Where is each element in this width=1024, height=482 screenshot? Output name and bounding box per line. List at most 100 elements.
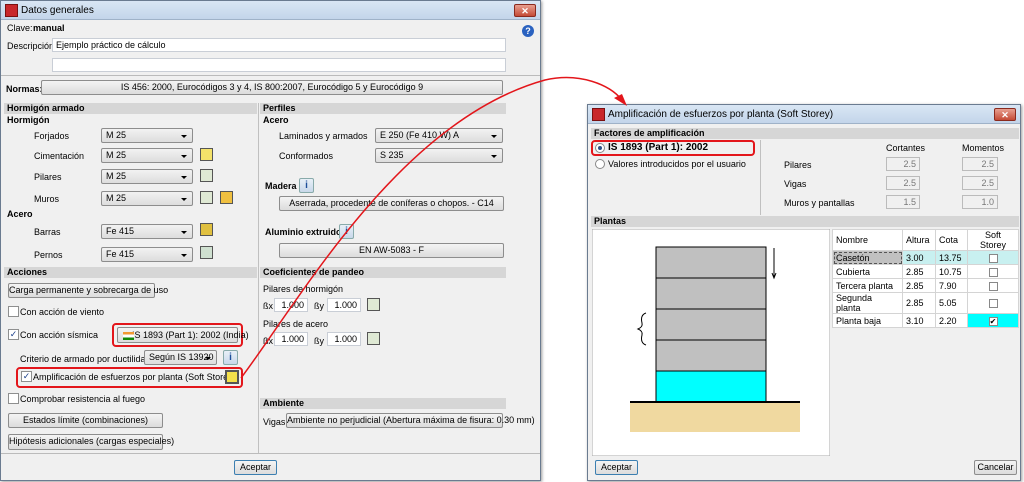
muros-brick-icon[interactable] [220, 191, 233, 204]
madera-button[interactable]: Aserrada, procedente de coníferas o chop… [279, 196, 504, 211]
cell-nombre[interactable]: Cubierta [832, 264, 903, 279]
ambiente-vigas-button[interactable]: Ambiente no perjudicial (Abertura máxima… [286, 413, 535, 428]
laminados-select[interactable]: E 250 (Fe 410 W) A [375, 128, 503, 143]
amplificacion-label: Amplificación de esfuerzos por planta (S… [33, 372, 236, 382]
pilares-options-icon[interactable] [200, 169, 213, 182]
descripcion-input[interactable]: Ejemplo práctico de cálculo [52, 38, 506, 52]
aluminio-button[interactable]: EN AW-5083 - F [279, 243, 504, 258]
factor-momentos-input[interactable]: 2.5 [962, 157, 998, 171]
factor-cortantes-input[interactable]: 2.5 [886, 157, 920, 171]
cell-soft-storey[interactable] [967, 250, 1019, 265]
cimentacion-options-icon[interactable] [200, 148, 213, 161]
criterio-select[interactable]: Según IS 13920 [144, 350, 217, 365]
help-icon[interactable]: ? [522, 25, 534, 37]
cell-altura[interactable]: 2.85 [902, 264, 936, 279]
barras-options-icon[interactable] [200, 223, 213, 236]
viento-checkbox[interactable] [8, 306, 19, 317]
cell-cota[interactable]: 5.05 [935, 292, 968, 314]
cell-cota[interactable]: 2.20 [935, 313, 968, 328]
fuego-checkbox[interactable] [8, 393, 19, 404]
cell-soft-storey[interactable] [967, 264, 1019, 279]
table-row[interactable]: Tercera planta 2.85 7.90 [832, 278, 1019, 293]
acero-by-input[interactable]: 1.000 [327, 332, 361, 346]
muros-select[interactable]: M 25 [101, 191, 193, 206]
forjados-select[interactable]: M 25 [101, 128, 193, 143]
aceptar-button[interactable]: Aceptar [595, 460, 638, 475]
pilares-select[interactable]: M 25 [101, 169, 193, 184]
cell-altura[interactable]: 2.85 [902, 278, 936, 293]
cell-soft-storey[interactable]: ✔ [967, 313, 1019, 328]
pernos-options-icon[interactable] [200, 246, 213, 259]
cell-soft-storey[interactable] [967, 278, 1019, 293]
cell-nombre[interactable]: Casetón [832, 250, 903, 265]
window-title: Amplificación de esfuerzos por planta (S… [608, 109, 834, 120]
cell-nombre[interactable]: Tercera planta [832, 278, 903, 293]
table-row[interactable]: Segunda planta 2.85 5.05 [832, 292, 1019, 314]
close-button[interactable]: ✕ [994, 108, 1016, 121]
table-row[interactable]: Casetón 3.00 13.75 [832, 250, 1019, 265]
cell-altura[interactable]: 2.85 [902, 292, 936, 314]
cimentacion-select[interactable]: M 25 [101, 148, 193, 163]
carga-permanente-button[interactable]: Carga permanente y sobrecarga de uso [8, 283, 168, 298]
cell-altura[interactable]: 3.10 [902, 313, 936, 328]
madera-info-icon[interactable]: i [299, 178, 314, 193]
cell-soft-storey[interactable] [967, 292, 1019, 314]
cell-altura[interactable]: 3.00 [902, 250, 936, 265]
normas-button[interactable]: IS 456: 2000, Eurocódigos 3 y 4, IS 800:… [41, 80, 503, 95]
amplificacion-checkbox[interactable]: ✓ [21, 371, 32, 382]
aluminio-info-icon[interactable]: i [339, 224, 354, 239]
factor-cortantes-input[interactable]: 2.5 [886, 176, 920, 190]
soft-storey-checkbox[interactable]: ✔ [988, 316, 998, 326]
divider [1, 75, 540, 76]
soft-storey-checkbox[interactable] [988, 281, 998, 291]
hipotesis-button[interactable]: Hipótesis adicionales (cargas especiales… [8, 434, 174, 450]
hormigon-bx-input[interactable]: 1.000 [274, 298, 308, 312]
aceptar-button[interactable]: Aceptar [234, 460, 277, 475]
table-row[interactable]: Planta baja 3.10 2.20 ✔ [832, 313, 1019, 328]
soft-storey-checkbox[interactable] [988, 253, 998, 263]
muros-options-icon[interactable] [200, 191, 213, 204]
radio-is1893-label: IS 1893 (Part 1): 2002 [608, 142, 709, 153]
hormigon-pandeo-edit-icon[interactable] [367, 298, 380, 311]
sismica-label: Con acción sísmica [20, 330, 99, 340]
conformados-select[interactable]: S 235 [375, 148, 503, 163]
acciones-header: Acciones [4, 267, 257, 278]
radio-usuario[interactable] [595, 159, 605, 169]
soft-storey-checkbox[interactable] [988, 267, 998, 277]
cell-cota[interactable]: 10.75 [935, 264, 968, 279]
hormigon-by-input[interactable]: 1.000 [327, 298, 361, 312]
factor-momentos-input[interactable]: 2.5 [962, 176, 998, 190]
close-button[interactable]: ✕ [514, 4, 536, 17]
barras-select[interactable]: Fe 415 [101, 224, 193, 239]
acero-pandeo-edit-icon[interactable] [367, 332, 380, 345]
cell-nombre[interactable]: Segunda planta [832, 292, 903, 314]
col-altura[interactable]: Altura [902, 229, 936, 251]
cell-cota[interactable]: 7.90 [935, 278, 968, 293]
amplificacion-edit-icon[interactable] [225, 370, 239, 384]
col-cota[interactable]: Cota [935, 229, 968, 251]
cancelar-button[interactable]: Cancelar [974, 460, 1017, 475]
estados-limite-button[interactable]: Estados límite (combinaciones) [8, 413, 163, 428]
cortantes-header: Cortantes [886, 143, 926, 153]
col-soft-storey[interactable]: Soft Storey [967, 229, 1019, 251]
sismica-checkbox[interactable]: ✓ [8, 329, 19, 340]
criterio-info-icon[interactable]: i [223, 350, 238, 365]
factor-label: Muros y pantallas [784, 198, 855, 208]
acero-bx-input[interactable]: 1.000 [274, 332, 308, 346]
datos-generales-window: Datos generales ✕ ? Clave: manual Descrip… [0, 0, 541, 481]
cell-nombre[interactable]: Planta baja [832, 313, 903, 328]
perfiles-header: Perfiles [260, 103, 506, 114]
forjados-label: Forjados [34, 131, 70, 141]
radio-is1893[interactable] [595, 143, 605, 153]
sismica-norma-label: IS 1893 (Part 1): 2002 (India) [132, 330, 249, 340]
cell-cota[interactable]: 13.75 [935, 250, 968, 265]
descripcion-input-2[interactable] [52, 58, 506, 72]
factor-cortantes-input[interactable]: 1.5 [886, 195, 920, 209]
col-nombre[interactable]: Nombre [832, 229, 903, 251]
factor-momentos-input[interactable]: 1.0 [962, 195, 998, 209]
soft-storey-checkbox[interactable] [988, 299, 998, 309]
table-row[interactable]: Cubierta 2.85 10.75 [832, 264, 1019, 279]
pernos-select[interactable]: Fe 415 [101, 247, 193, 262]
pilares-acero-label: Pilares de acero [263, 319, 329, 329]
sismica-norma-button[interactable]: IS 1893 (Part 1): 2002 (India) [117, 327, 249, 343]
